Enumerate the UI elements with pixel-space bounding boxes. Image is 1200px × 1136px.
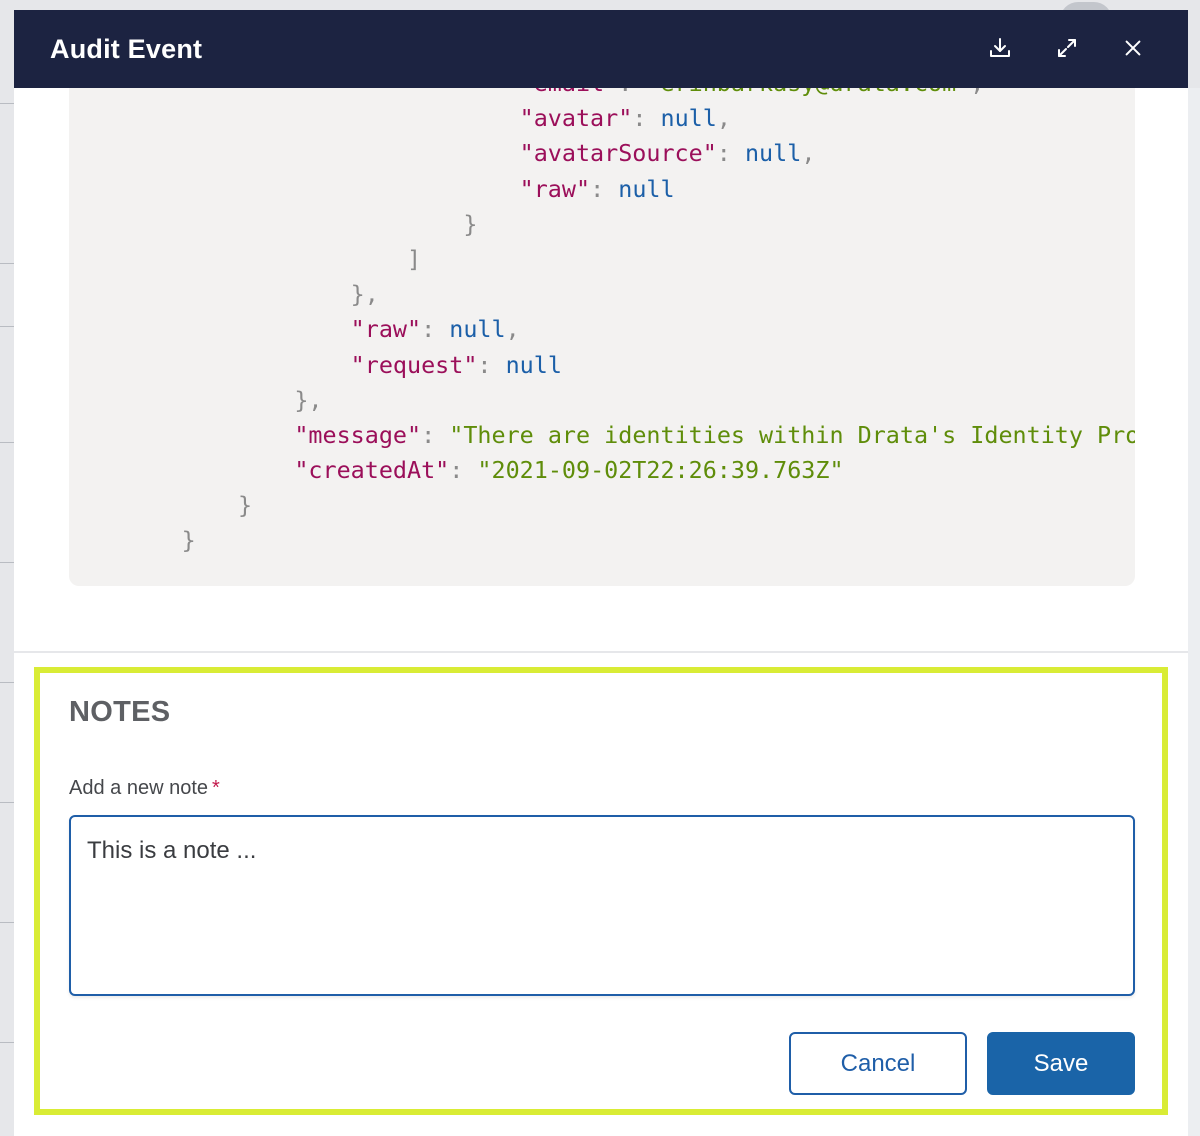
code-line: } xyxy=(69,523,1135,558)
code-token: null xyxy=(505,350,562,379)
code-token: : xyxy=(477,350,506,379)
code-token: "raw" xyxy=(350,315,422,344)
code-token: : xyxy=(618,88,646,97)
code-line: } xyxy=(69,488,1135,523)
code-line: ] xyxy=(69,242,1135,277)
modal-title: Audit Event xyxy=(50,34,203,64)
code-token: : xyxy=(716,139,745,168)
code-line: } xyxy=(69,207,1135,242)
code-token: } xyxy=(238,491,253,520)
code-token: "avatar" xyxy=(519,104,633,133)
section-divider xyxy=(14,651,1188,653)
code-line: "raw": null xyxy=(69,172,1135,207)
code-token: : xyxy=(449,456,478,485)
expand-button[interactable] xyxy=(1049,30,1085,66)
code-token: "request" xyxy=(350,350,478,379)
audit-event-modal: Audit Event "email": "erinbarkasy@drata.… xyxy=(14,10,1188,1136)
code-token: "message" xyxy=(294,420,422,449)
code-token: ] xyxy=(406,244,422,273)
note-textarea[interactable]: This is a note ... xyxy=(69,815,1135,996)
code-line: }, xyxy=(69,383,1135,418)
code-token: null xyxy=(660,104,717,133)
code-token: , xyxy=(970,88,984,97)
code-token: , xyxy=(505,315,520,344)
code-line: "message": "There are identities within … xyxy=(69,418,1135,453)
background-divider xyxy=(0,326,14,327)
code-token: : xyxy=(421,420,450,449)
required-marker: * xyxy=(212,777,220,799)
close-button[interactable] xyxy=(1115,30,1151,66)
code-token: null xyxy=(449,315,506,344)
background-divider xyxy=(0,562,14,563)
code-token: } xyxy=(181,526,196,555)
background-divider xyxy=(0,802,14,803)
note-field-label-text: Add a new note xyxy=(69,777,208,799)
code-token: "avatarSource" xyxy=(519,139,717,168)
note-field-label: Add a new note * xyxy=(69,777,220,800)
code-line: "email": "erinbarkasy@drata.com", xyxy=(69,88,1135,101)
code-line: "avatar": null, xyxy=(69,101,1135,136)
code-token: , xyxy=(801,139,816,168)
code-token: null xyxy=(618,174,675,203)
code-line: "raw": null, xyxy=(69,312,1135,347)
notes-title: NOTES xyxy=(69,696,171,728)
code-token: } xyxy=(463,209,478,238)
background-divider xyxy=(0,103,14,104)
save-button[interactable]: Save xyxy=(987,1032,1135,1095)
modal-header: Audit Event xyxy=(14,10,1188,88)
background-divider xyxy=(0,1042,14,1043)
code-line: "createdAt": "2021-09-02T22:26:39.763Z" xyxy=(69,453,1135,488)
code-token: , xyxy=(716,104,731,133)
close-icon xyxy=(1125,40,1141,56)
code-token: : xyxy=(590,174,619,203)
background-divider xyxy=(0,682,14,683)
code-token: }, xyxy=(294,385,323,414)
json-code-lines: "email": "erinbarkasy@drata.com", "avata… xyxy=(69,88,1135,559)
code-line: }, xyxy=(69,277,1135,312)
background-divider xyxy=(0,922,14,923)
background-scroll-area xyxy=(1188,88,1200,1136)
code-token: "erinbarkasy@drata.com" xyxy=(646,88,970,97)
download-icon xyxy=(990,38,1010,57)
code-token: }, xyxy=(350,280,379,309)
cancel-button[interactable]: Cancel xyxy=(789,1032,967,1095)
code-line: "avatarSource": null, xyxy=(69,136,1135,171)
code-token: null xyxy=(744,139,802,168)
code-token: "createdAt" xyxy=(294,456,450,485)
code-token: "2021-09-02T22:26:39.763Z" xyxy=(477,456,844,485)
code-token: "raw" xyxy=(519,174,591,203)
code-token: "email" xyxy=(520,88,619,97)
json-code-viewer: "email": "erinbarkasy@drata.com", "avata… xyxy=(69,88,1135,586)
expand-icon xyxy=(1058,39,1076,57)
background-divider xyxy=(0,263,14,264)
code-token: "There are identities within Drata's Ide… xyxy=(449,420,1135,449)
code-line: "request": null xyxy=(69,348,1135,383)
background-divider xyxy=(0,442,14,443)
code-token: : xyxy=(632,104,661,133)
code-token: : xyxy=(421,315,450,344)
download-button[interactable] xyxy=(982,30,1018,66)
